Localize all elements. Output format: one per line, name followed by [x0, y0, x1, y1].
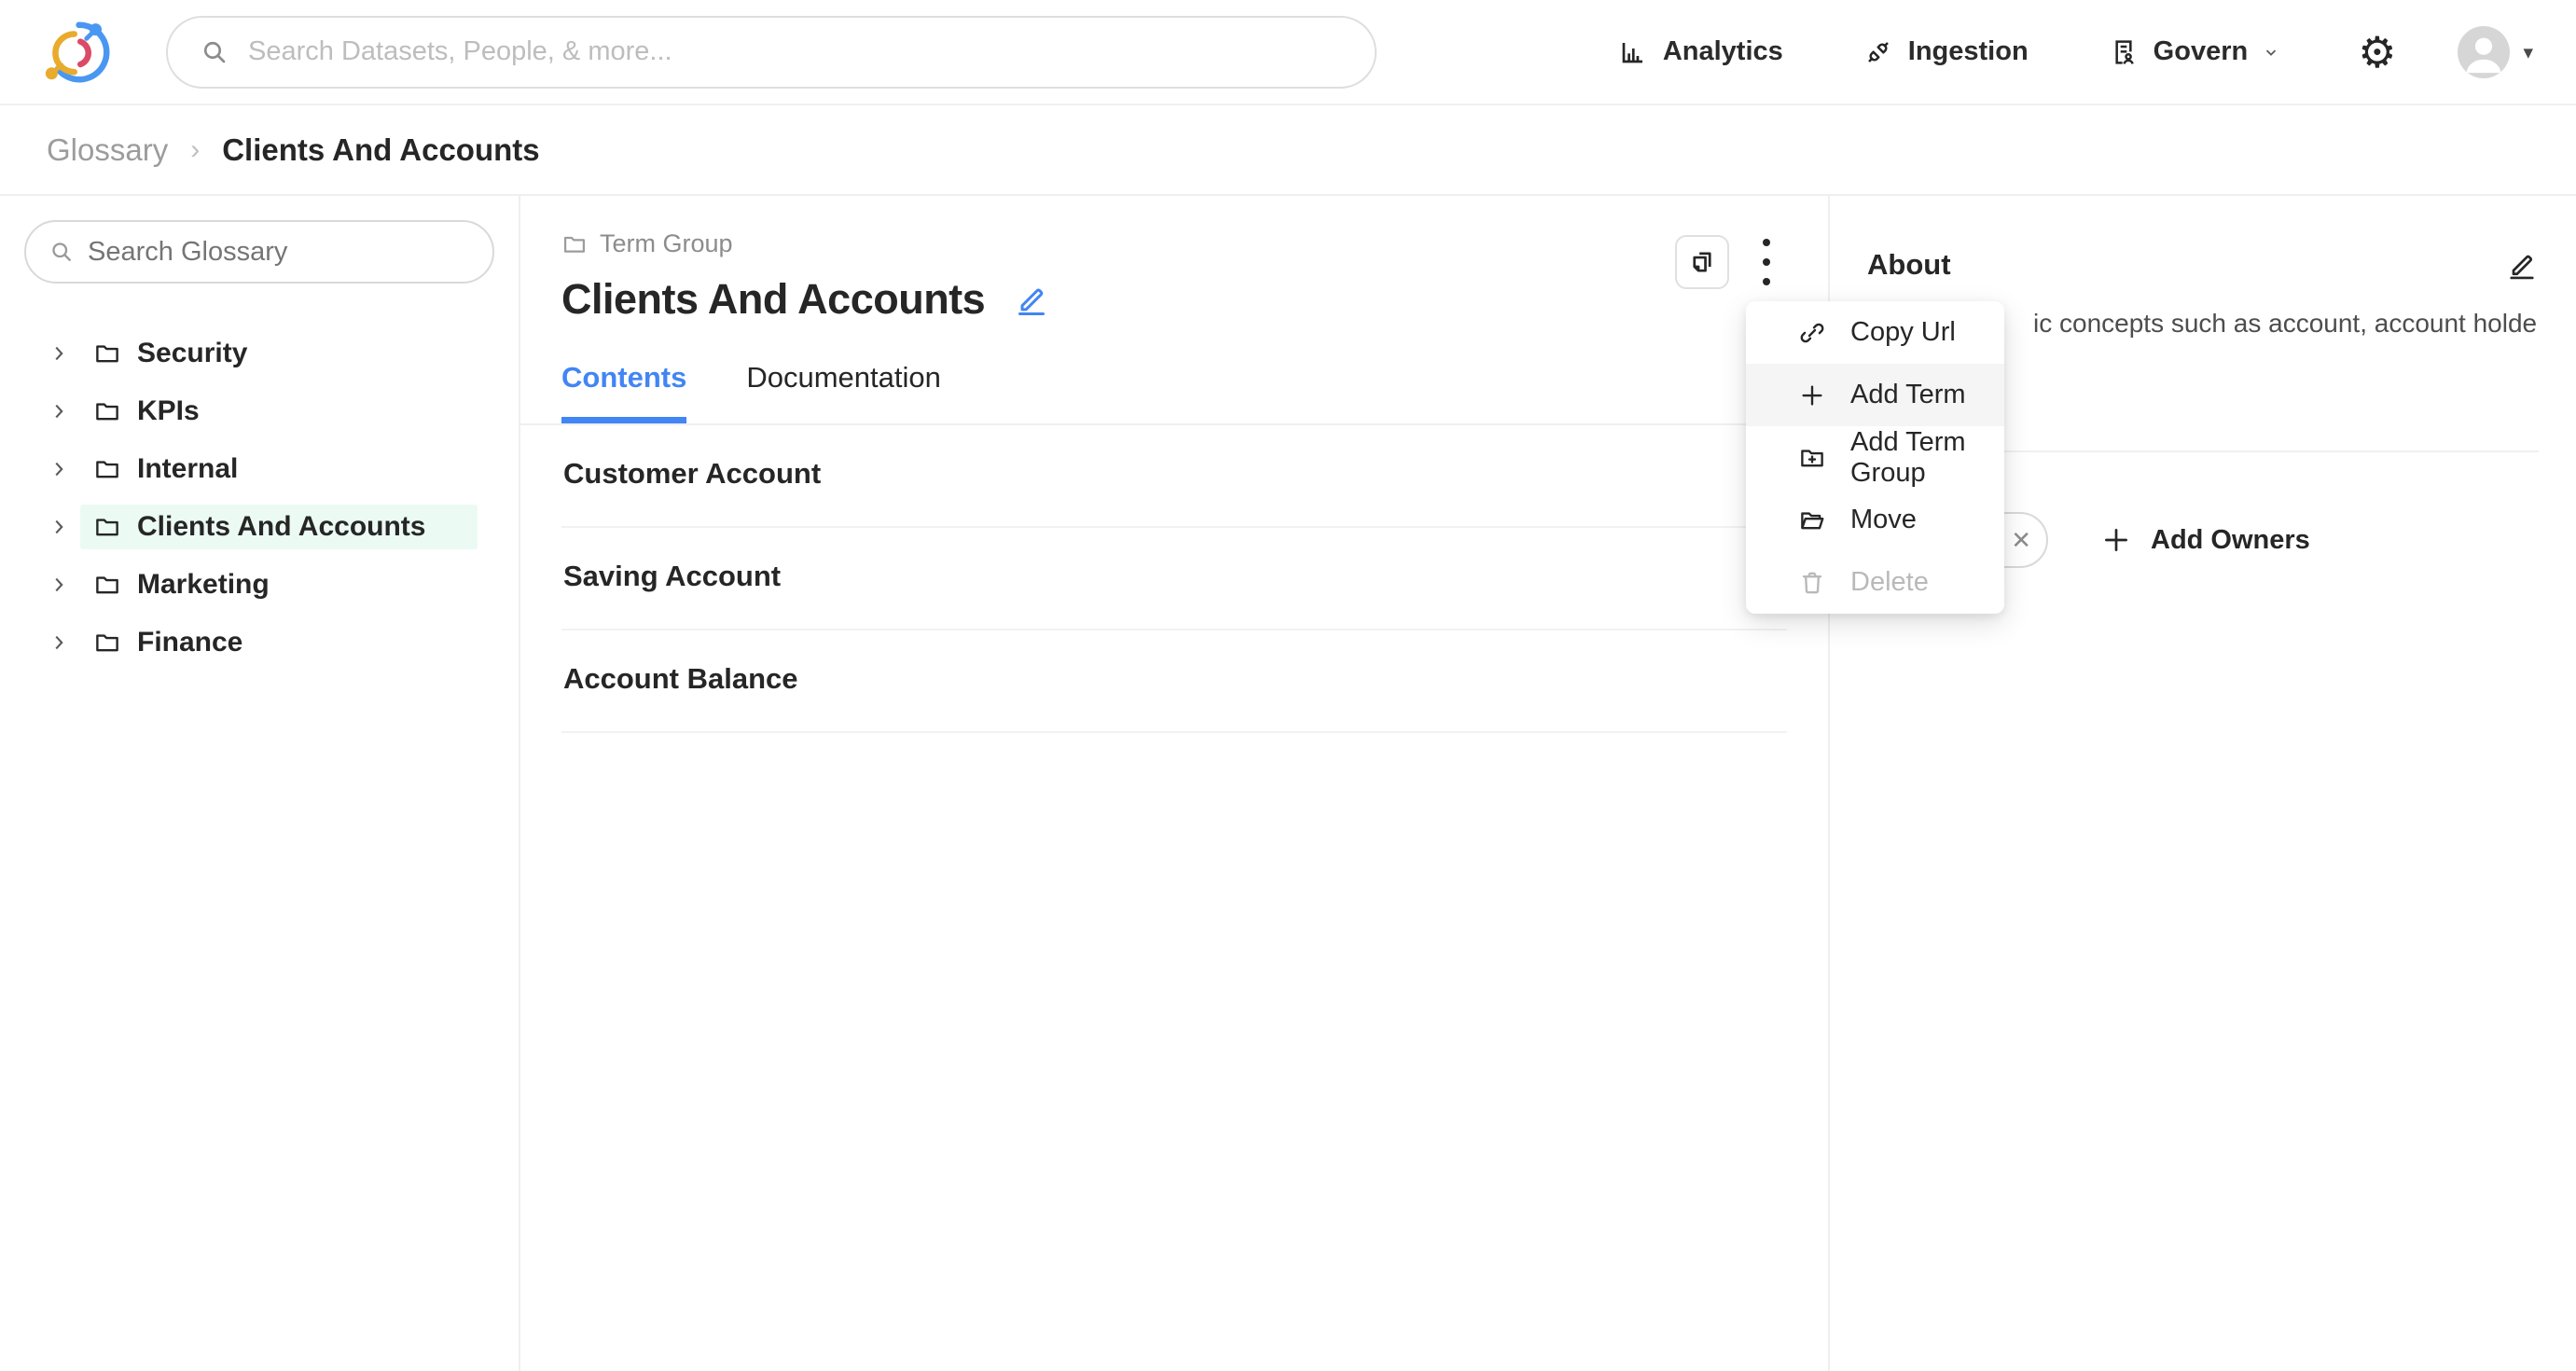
trash-icon	[1798, 569, 1826, 597]
bar-chart-icon	[1618, 37, 1648, 67]
entity-type-label: Term Group	[600, 229, 733, 258]
plug-icon	[1863, 37, 1893, 67]
user-silhouette-icon	[2458, 26, 2510, 78]
chevron-right-icon[interactable]	[48, 401, 69, 422]
folder-icon	[93, 629, 121, 657]
menu-item-delete: Delete	[1746, 551, 2004, 614]
folder-add-icon	[1798, 444, 1826, 472]
datahub-logo-icon[interactable]	[41, 16, 114, 89]
copy-button[interactable]	[1675, 235, 1729, 289]
entity-main: Term Group Clients And Accounts	[520, 196, 1828, 1371]
page: Analytics Ingestion Govern	[0, 0, 2576, 1371]
search-icon	[200, 37, 229, 67]
audit-icon	[2109, 37, 2139, 67]
glossary-node-marketing[interactable]: Marketing	[0, 556, 519, 614]
node-label: Marketing	[137, 569, 270, 601]
menu-item-add-term[interactable]: Add Term	[1746, 364, 2004, 426]
node-label: KPIs	[137, 395, 200, 427]
plus-icon	[1798, 381, 1826, 409]
term-label: Customer Account	[563, 457, 821, 490]
menu-item-label: Delete	[1850, 567, 1929, 598]
entity-tabs: Contents Documentation	[520, 361, 1828, 425]
glossary-tree: Security KPIs Internal	[0, 325, 519, 672]
edit-description-pencil-icon[interactable]	[2505, 248, 2539, 282]
nav-analytics[interactable]: Analytics	[1618, 36, 1783, 67]
glossary-sidebar: Security KPIs Internal	[0, 196, 520, 1371]
folder-icon	[93, 339, 121, 367]
term-label: Account Balance	[563, 662, 798, 695]
glossary-node-finance[interactable]: Finance	[0, 614, 519, 672]
avatar	[2458, 26, 2510, 78]
user-menu[interactable]: ▾	[2458, 26, 2533, 78]
nav-ingestion-label: Ingestion	[1908, 36, 2029, 67]
chevron-right-icon[interactable]	[48, 575, 69, 595]
term-row-account-balance[interactable]: Account Balance	[561, 630, 1787, 733]
folder-open-icon	[1798, 506, 1826, 534]
tab-documentation[interactable]: Documentation	[746, 361, 941, 423]
entity-header: Term Group Clients And Accounts	[561, 229, 1050, 324]
copy-icon	[1686, 246, 1718, 278]
about-title: About	[1867, 248, 1951, 282]
menu-item-label: Move	[1850, 505, 1917, 535]
glossary-node-internal[interactable]: Internal	[0, 440, 519, 498]
breadcrumb-current: Clients And Accounts	[222, 132, 539, 168]
menu-item-label: Add Term	[1850, 380, 1966, 410]
plus-icon	[2100, 524, 2132, 556]
tab-contents[interactable]: Contents	[561, 361, 686, 423]
nav-govern[interactable]: Govern	[2109, 36, 2280, 67]
edit-title-pencil-icon[interactable]	[1013, 281, 1050, 318]
node-label: Security	[137, 338, 247, 369]
glossary-node-clients-and-accounts[interactable]: Clients And Accounts	[0, 498, 519, 556]
glossary-node-security[interactable]: Security	[0, 325, 519, 382]
breadcrumb-separator: ›	[190, 134, 200, 166]
nav-govern-label: Govern	[2154, 36, 2249, 67]
term-label: Saving Account	[563, 560, 781, 592]
menu-item-add-term-group[interactable]: Add Term Group	[1746, 426, 2004, 489]
term-row-customer-account[interactable]: Customer Account	[561, 425, 1787, 528]
chevron-right-icon[interactable]	[48, 517, 69, 537]
avatar-caret-icon: ▾	[2523, 41, 2533, 63]
more-options-kebab-icon[interactable]	[1746, 235, 1787, 289]
entity-type: Term Group	[561, 229, 1050, 258]
node-label: Internal	[137, 453, 238, 485]
term-list: Customer Account Saving Account Account …	[561, 425, 1787, 733]
menu-item-move[interactable]: Move	[1746, 489, 2004, 551]
breadcrumb-glossary[interactable]: Glossary	[47, 132, 168, 168]
menu-item-copy-url[interactable]: Copy Url	[1746, 301, 2004, 364]
global-search-input[interactable]	[248, 36, 1347, 67]
folder-icon	[93, 455, 121, 483]
add-owners-label: Add Owners	[2151, 525, 2310, 556]
breadcrumb: Glossary › Clients And Accounts	[0, 105, 2576, 196]
chevron-right-icon[interactable]	[48, 343, 69, 364]
node-label: Clients And Accounts	[137, 511, 425, 543]
node-label: Finance	[137, 627, 242, 658]
top-nav: Analytics Ingestion Govern	[0, 0, 2576, 105]
chevron-down-icon	[2263, 44, 2279, 61]
folder-icon	[93, 571, 121, 599]
folder-icon	[561, 231, 588, 257]
link-icon	[1798, 319, 1826, 347]
glossary-search-input[interactable]	[88, 237, 474, 268]
nav-links: Analytics Ingestion Govern	[1618, 36, 2279, 67]
chevron-right-icon[interactable]	[48, 459, 69, 479]
entity-actions	[1675, 235, 1787, 289]
add-owners-button[interactable]: Add Owners	[2100, 524, 2310, 556]
nav-ingestion[interactable]: Ingestion	[1863, 36, 2029, 67]
content-columns: Security KPIs Internal	[0, 196, 2576, 1371]
term-row-saving-account[interactable]: Saving Account	[561, 528, 1787, 630]
global-search	[166, 16, 1377, 89]
folder-icon	[93, 397, 121, 425]
remove-owner-icon[interactable]: ✕	[2011, 526, 2031, 555]
folder-icon	[93, 513, 121, 541]
chevron-right-icon[interactable]	[48, 632, 69, 653]
glossary-search	[24, 220, 494, 284]
menu-item-label: Copy Url	[1850, 317, 1956, 348]
page-title: Clients And Accounts	[561, 275, 985, 324]
menu-item-label: Add Term Group	[1850, 427, 2004, 489]
nav-analytics-label: Analytics	[1663, 36, 1783, 67]
glossary-node-kpis[interactable]: KPIs	[0, 382, 519, 440]
context-menu: Copy Url Add Term Add Term Group Move	[1746, 301, 2004, 614]
search-icon	[48, 239, 75, 265]
settings-gear-icon[interactable]: ⚙	[2358, 31, 2396, 74]
